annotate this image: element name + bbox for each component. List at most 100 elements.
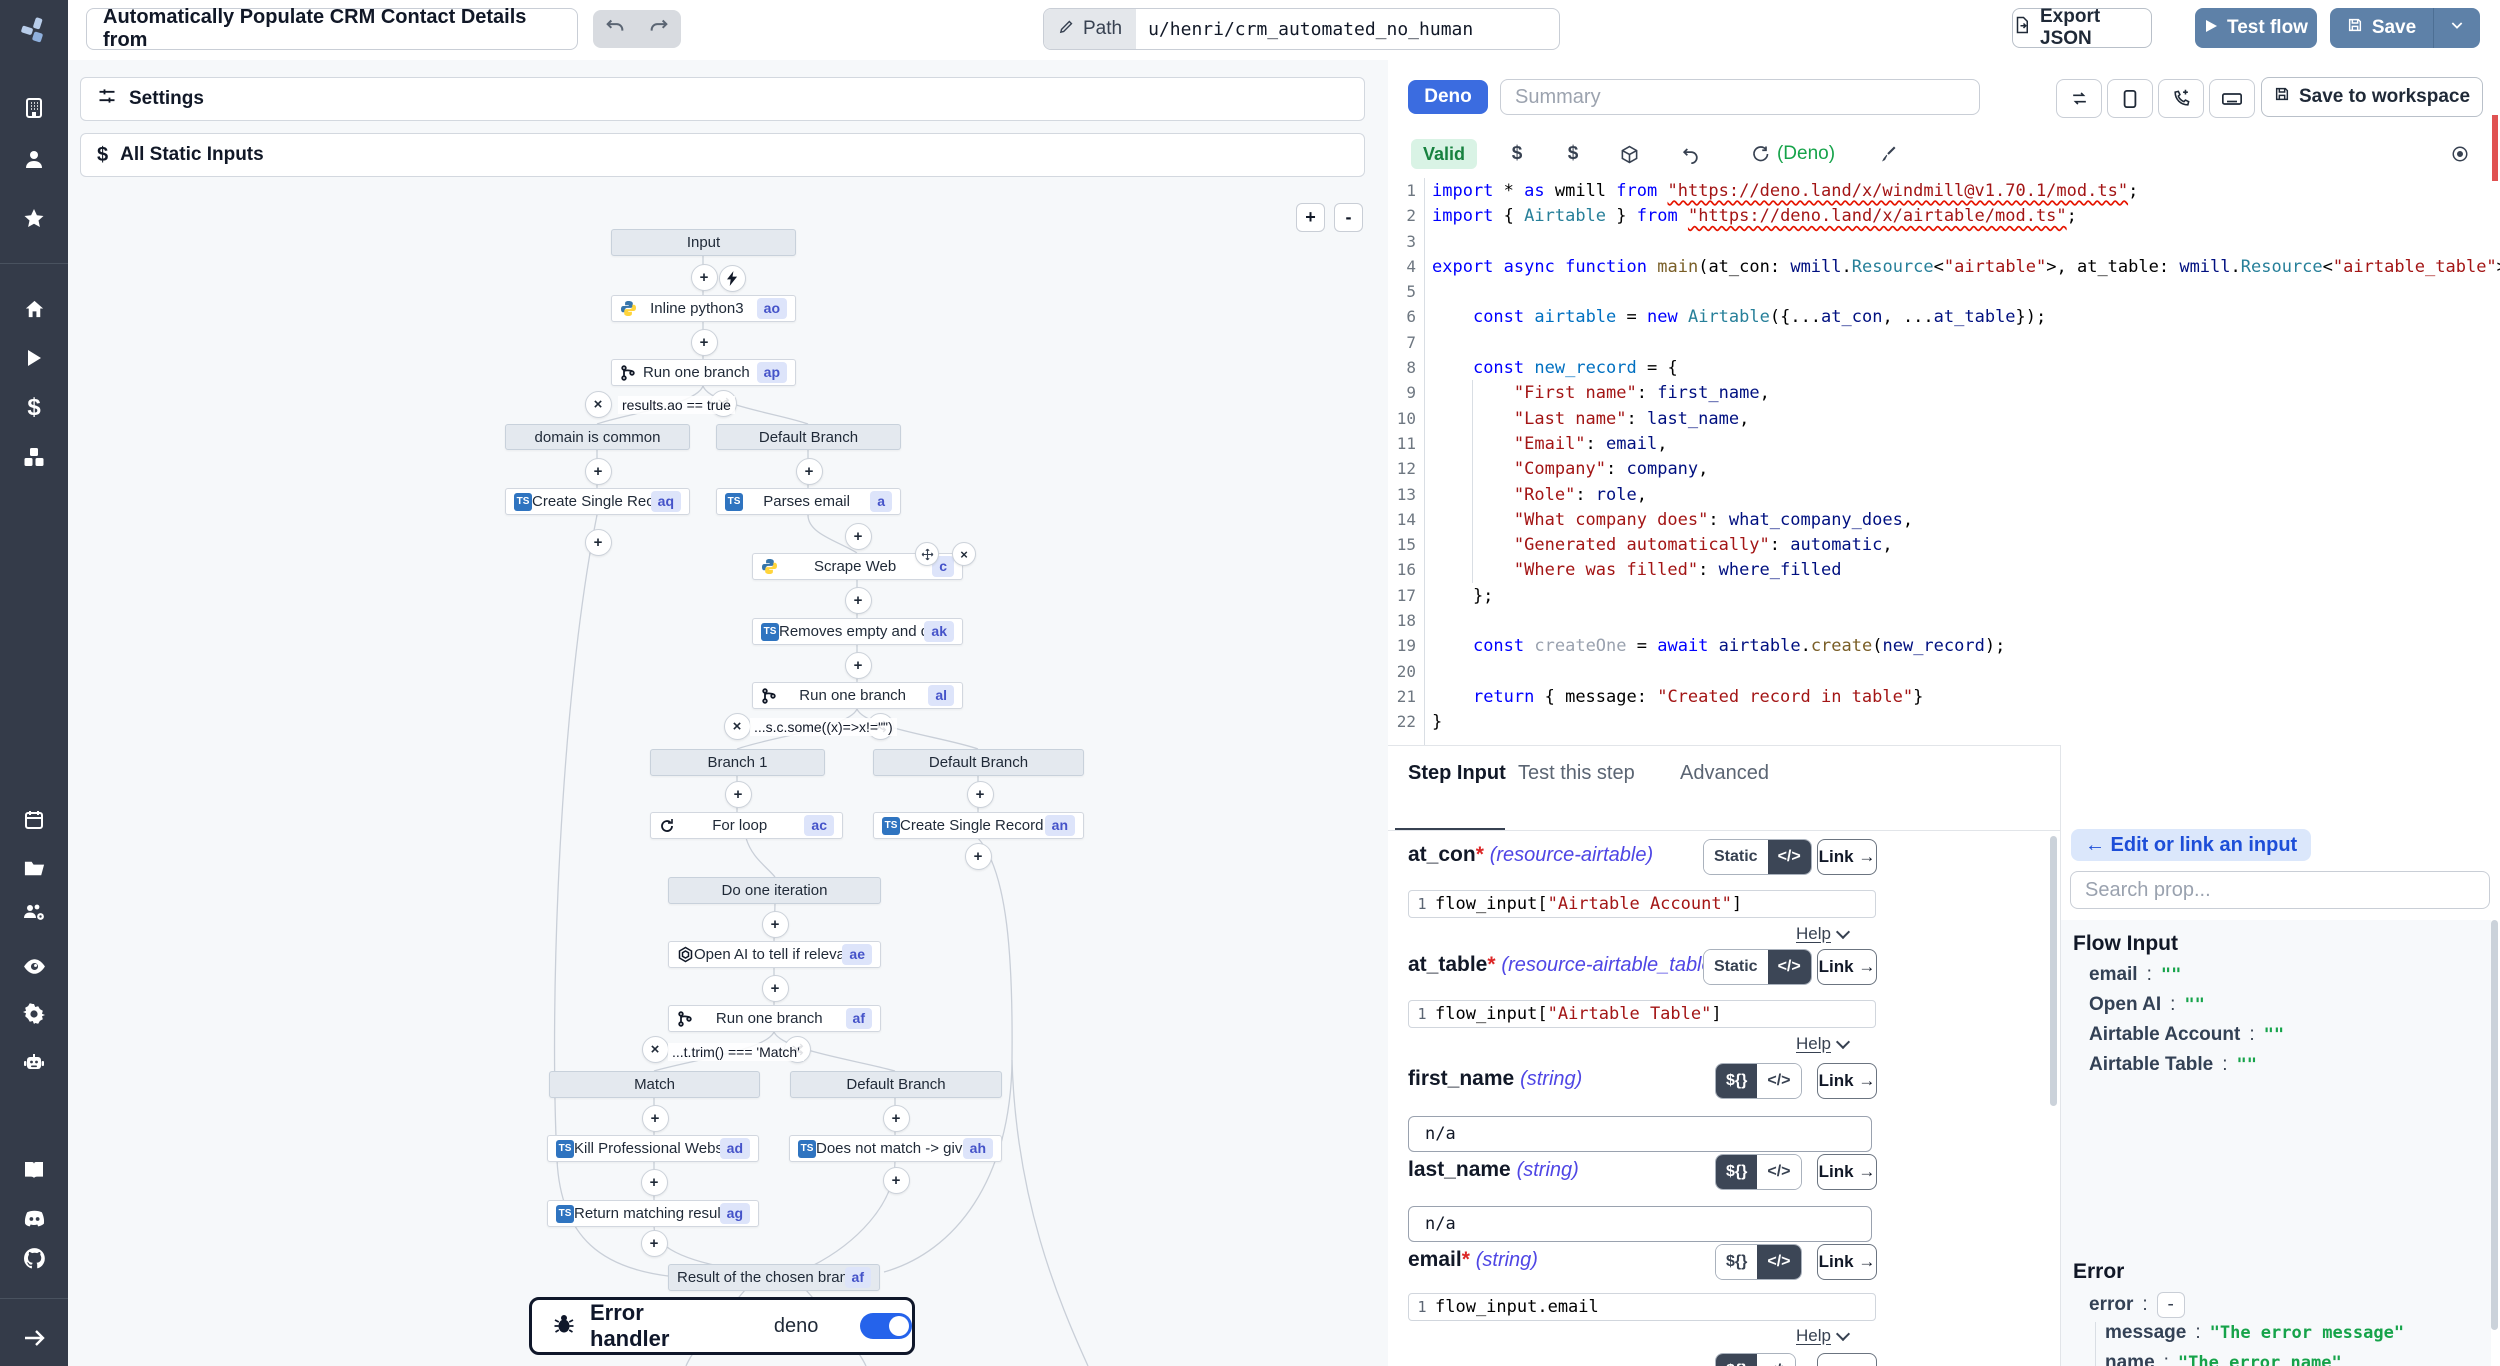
flow-node-parses-email[interactable]: TSParses emaila: [716, 488, 901, 515]
tab-advanced[interactable]: Advanced: [1680, 762, 1769, 785]
home-icon[interactable]: [0, 289, 68, 329]
code-editor[interactable]: 1import * as wmill from "https://deno.la…: [1388, 178, 2500, 748]
flow-node-result-chosen-branch[interactable]: Result of the chosen branchaf: [668, 1264, 880, 1291]
runtime-reload[interactable]: (Deno): [1738, 140, 1848, 168]
expr-editor-at_table[interactable]: 1flow_input["Airtable Table"]: [1408, 1000, 1876, 1028]
remove-branch-icon[interactable]: ×: [724, 713, 751, 740]
link-button-email[interactable]: Link →: [1817, 1244, 1877, 1280]
help-link-at_con[interactable]: Help: [1796, 924, 1848, 944]
add-step-icon[interactable]: +: [845, 652, 872, 679]
save-button[interactable]: Save: [2330, 8, 2434, 48]
flow-input-prop-email[interactable]: email:"": [2089, 964, 2181, 986]
add-step-icon[interactable]: +: [762, 975, 789, 1002]
error-prop-message[interactable]: message:"The error message": [2105, 1322, 2404, 1344]
flow-node-branch-1[interactable]: Branch 1: [650, 749, 825, 776]
expand-arrow-icon[interactable]: [0, 1318, 68, 1358]
audit-eye-icon[interactable]: [0, 946, 68, 986]
windmill-logo-icon[interactable]: [0, 10, 68, 50]
sync-arrows-icon[interactable]: [2056, 79, 2102, 118]
schedules-calendar-icon[interactable]: [0, 800, 68, 840]
test-flow-button[interactable]: Test flow: [2195, 8, 2317, 48]
folders-icon[interactable]: [0, 848, 68, 888]
error-prop-name[interactable]: name:"The error name": [2105, 1352, 2342, 1366]
static-dollar-icon[interactable]: $: [1500, 140, 1534, 168]
error-handler-toggle[interactable]: [860, 1313, 912, 1339]
flow-node-run-one-branch-af[interactable]: Run one branchaf: [668, 1005, 881, 1032]
text-input-last_name[interactable]: n/a: [1408, 1206, 1872, 1242]
keyboard-shortcut-icon[interactable]: [2209, 79, 2255, 118]
add-step-icon[interactable]: +: [641, 1169, 668, 1196]
robot-icon[interactable]: [0, 1042, 68, 1082]
format-brush-icon[interactable]: [1871, 140, 1905, 168]
search-prop-input[interactable]: Search prop...: [2070, 871, 2490, 909]
flow-node-do-one-iteration[interactable]: Do one iteration: [668, 877, 881, 904]
path-value[interactable]: u/henri/crm_automated_no_human: [1136, 9, 1485, 49]
workspace-building-icon[interactable]: [0, 88, 68, 128]
panel-toggle-icon[interactable]: [2443, 140, 2477, 168]
mobile-view-icon[interactable]: [2107, 79, 2153, 118]
help-link-at_table[interactable]: Help: [1796, 1034, 1848, 1054]
expr-editor-email[interactable]: 1flow_input.email: [1408, 1293, 1876, 1321]
flow-node-domain-is-common[interactable]: domain is common: [505, 424, 690, 450]
edit-or-link-button[interactable]: ← Edit or link an input: [2071, 829, 2311, 861]
field-mode-toggle-email[interactable]: ${}</>: [1715, 1244, 1802, 1280]
groups-users-icon[interactable]: [0, 892, 68, 932]
flow-node-create-single-record-aq[interactable]: TSCreate Single Record (Airtable)aq: [505, 488, 690, 515]
reset-undo-icon[interactable]: [1673, 140, 1707, 168]
add-step-icon[interactable]: +: [967, 781, 994, 808]
favorites-star-icon[interactable]: [0, 199, 68, 239]
resources-cubes-icon[interactable]: [0, 438, 68, 478]
help-link-email[interactable]: Help: [1796, 1326, 1848, 1346]
flow-node-match[interactable]: Match: [549, 1071, 760, 1098]
flow-node-default-branch-2[interactable]: Default Branch: [873, 749, 1084, 776]
undo-icon[interactable]: [604, 15, 626, 43]
github-icon[interactable]: [0, 1238, 68, 1278]
next-field-toggle-partial[interactable]: ${}</>: [1715, 1353, 1796, 1366]
save-to-workspace-button[interactable]: Save to workspace: [2261, 77, 2483, 117]
add-step-icon[interactable]: +: [845, 587, 872, 614]
export-json-button[interactable]: Export JSON: [2012, 8, 2152, 48]
user-icon[interactable]: [0, 139, 68, 179]
add-step-icon[interactable]: +: [883, 1167, 910, 1194]
flow-input-prop-Airtable Account[interactable]: Airtable Account:"": [2089, 1024, 2284, 1046]
link-button-first_name[interactable]: Link →: [1817, 1063, 1877, 1099]
add-step-icon[interactable]: +: [691, 264, 718, 291]
flow-node-removes-empty-duplicates[interactable]: TSRemoves empty and duplicatesak: [752, 618, 963, 645]
field-mode-toggle-first_name[interactable]: ${}</>: [1715, 1063, 1802, 1099]
add-step-icon[interactable]: +: [691, 329, 718, 356]
link-button-last_name[interactable]: Link →: [1817, 1154, 1877, 1190]
flow-node-openai-relevant-result[interactable]: Open AI to tell if relevant resultae: [668, 941, 881, 968]
close-icon[interactable]: ×: [952, 542, 976, 566]
add-step-icon[interactable]: +: [585, 529, 612, 556]
tab-step-input[interactable]: Step Input: [1408, 762, 1506, 785]
link-button-at_table[interactable]: Link →: [1817, 949, 1877, 985]
field-mode-toggle-last_name[interactable]: ${}</>: [1715, 1154, 1802, 1190]
link-button-at_con[interactable]: Link →: [1817, 839, 1877, 875]
variables-dollar-icon[interactable]: $: [0, 388, 68, 428]
docs-book-icon[interactable]: [0, 1150, 68, 1190]
flow-node-run-one-branch-ap[interactable]: Run one branchap: [611, 359, 796, 386]
flow-node-create-single-record-an[interactable]: TSCreate Single Record (Airtable)an: [873, 812, 1084, 839]
flow-node-run-one-branch-al[interactable]: Run one branchal: [752, 682, 963, 709]
flow-node-does-not-match-empty[interactable]: TSDoes not match -> gives empty valueah: [789, 1135, 1002, 1162]
expr-editor-at_con[interactable]: 1flow_input["Airtable Account"]: [1408, 890, 1876, 918]
dynamic-dollar-icon[interactable]: $: [1556, 140, 1590, 168]
package-box-icon[interactable]: [1612, 140, 1646, 168]
webhook-phone-icon[interactable]: [2158, 79, 2204, 118]
remove-branch-icon[interactable]: ×: [642, 1036, 669, 1063]
add-step-icon[interactable]: +: [845, 523, 872, 550]
error-handler-node[interactable]: Error handler deno: [529, 1297, 915, 1355]
collapse-box[interactable]: -: [2157, 1292, 2185, 1318]
flow-input-prop-Open AI[interactable]: Open AI:"": [2089, 994, 2205, 1016]
inspector-scrollbar[interactable]: [2491, 920, 2498, 1330]
summary-input[interactable]: Summary: [1500, 79, 1980, 115]
flow-node-inline-python3[interactable]: Inline python3ao: [611, 295, 796, 322]
add-step-icon[interactable]: +: [585, 458, 612, 485]
field-mode-toggle-at_con[interactable]: Static</>: [1703, 839, 1812, 875]
path-field[interactable]: Path u/henri/crm_automated_no_human: [1043, 8, 1560, 50]
trigger-bolt-icon[interactable]: [719, 265, 746, 292]
flow-node-return-matching-result[interactable]: TSReturn matching resultag: [547, 1200, 759, 1227]
add-step-icon[interactable]: +: [762, 911, 789, 938]
tab-test-this-step[interactable]: Test this step: [1518, 762, 1635, 785]
flow-node-default-branch-3[interactable]: Default Branch: [790, 1071, 1002, 1098]
